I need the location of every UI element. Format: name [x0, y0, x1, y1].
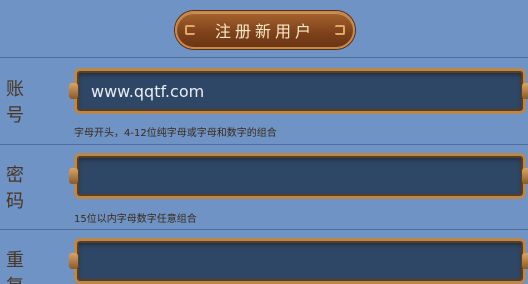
register-title: 注册新用户 — [214, 22, 315, 41]
ornament-left-icon — [185, 25, 195, 35]
field-ornament-icon — [522, 83, 528, 99]
password-field[interactable] — [69, 153, 528, 199]
password-hint: 15位以内字母数字任意组合 — [74, 214, 197, 225]
field-ornament-icon — [69, 253, 78, 269]
divider — [0, 144, 528, 145]
divider — [0, 229, 528, 230]
divider — [0, 57, 528, 58]
password-label: 密码 — [6, 165, 38, 212]
field-ornament-icon — [522, 168, 528, 184]
field-ornament-icon — [69, 168, 78, 184]
repeat-label: 重复 — [6, 250, 38, 284]
account-label: 账号 — [6, 79, 38, 126]
field-ornament-icon — [522, 253, 528, 269]
password-input[interactable] — [91, 156, 491, 196]
field-ornament-icon — [69, 83, 78, 99]
register-title-button: 注册新用户 — [175, 11, 355, 49]
account-hint: 字母开头，4-12位纯字母或字母和数字的组合 — [74, 128, 277, 139]
account-field[interactable] — [69, 68, 528, 114]
account-input[interactable] — [91, 71, 491, 111]
repeat-password-field[interactable] — [69, 238, 528, 284]
ornament-right-icon — [335, 25, 345, 35]
repeat-password-input[interactable] — [91, 241, 491, 281]
